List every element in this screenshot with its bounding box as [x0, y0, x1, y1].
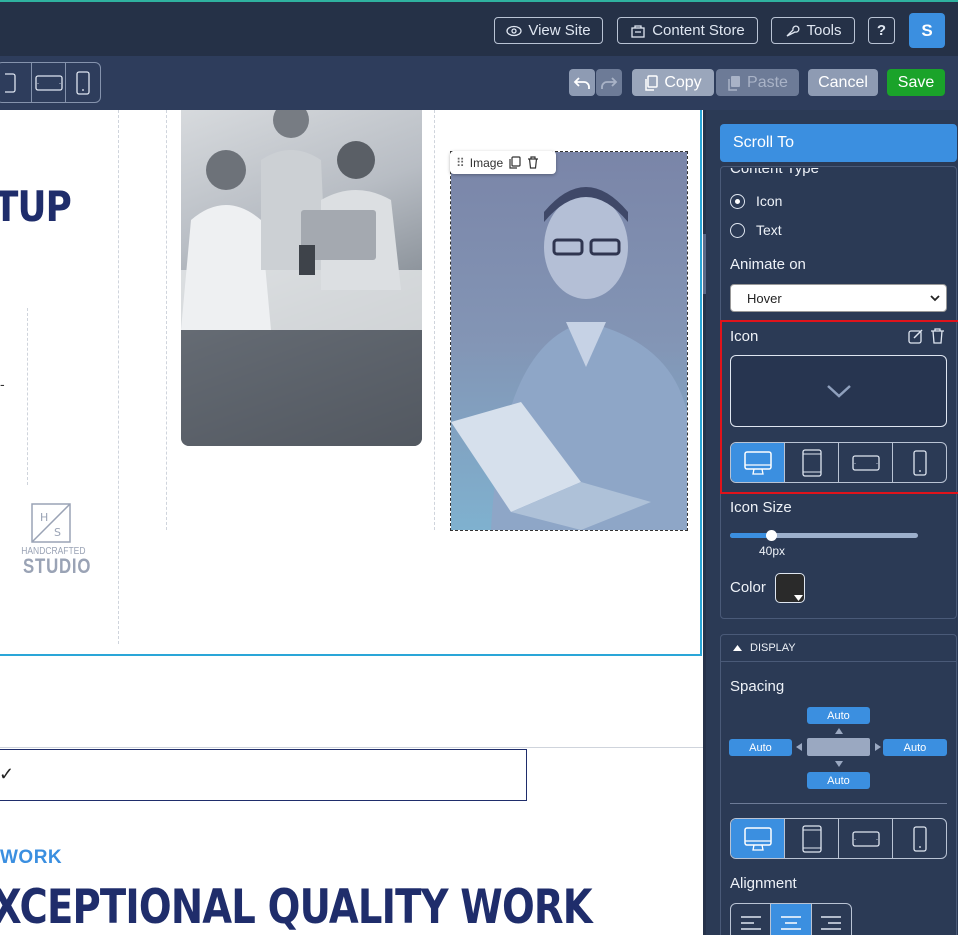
- device-preview-group: [0, 62, 101, 103]
- arrow-down-icon: [835, 761, 843, 767]
- animate-on-value: Hover: [747, 290, 782, 306]
- desktop-icon: [743, 826, 772, 851]
- section-eyebrow[interactable]: WORK: [0, 847, 62, 869]
- spacing-label: Spacing: [730, 678, 785, 695]
- arrow-right-icon: [875, 743, 881, 751]
- tools-label: Tools: [806, 22, 842, 39]
- alignment-group: [730, 903, 852, 935]
- device-mobile-button[interactable]: [66, 63, 100, 102]
- checklist-item-box[interactable]: ✓: [0, 749, 527, 801]
- help-button[interactable]: ?: [868, 17, 895, 44]
- scrollbar-thumb[interactable]: [703, 234, 706, 294]
- spacing-right[interactable]: Auto: [883, 739, 947, 756]
- content-type-text-radio[interactable]: [730, 223, 745, 238]
- content-type-icon-radio[interactable]: [730, 194, 745, 209]
- icon-size-value: 40px: [759, 544, 786, 558]
- page-builder: View Site Content Store Tools ? S Copy P…: [0, 0, 958, 935]
- tablet-icon: [801, 824, 822, 853]
- spacing-box: [807, 738, 870, 756]
- arrow-up-icon: [835, 728, 843, 734]
- redo-button[interactable]: [596, 69, 622, 96]
- divider: [730, 803, 947, 804]
- spacing-bottom[interactable]: Auto: [807, 772, 870, 789]
- save-button[interactable]: Save: [887, 69, 945, 96]
- align-right-icon: [821, 916, 842, 930]
- device-tablet-tab[interactable]: [785, 819, 839, 858]
- animate-on-label: Animate on: [730, 256, 806, 273]
- display-header-label: DISPLAY: [750, 641, 796, 654]
- slider-fill: [730, 533, 772, 538]
- arrow-left-icon: [796, 743, 802, 751]
- page-canvas[interactable]: TUP - ⠿ Image H S HANDCRAFTED STUDIO ✓ W…: [0, 110, 703, 935]
- color-swatch[interactable]: [775, 573, 805, 603]
- device-tablet-portrait-button[interactable]: [0, 63, 32, 102]
- display-header[interactable]: DISPLAY: [720, 634, 957, 662]
- spacing-top[interactable]: Auto: [807, 707, 870, 724]
- settings-panel: Scroll To Content Type Icon Text Animate…: [703, 110, 958, 935]
- color-label: Color: [730, 579, 766, 596]
- avatar[interactable]: S: [909, 13, 945, 48]
- align-center-icon: [780, 916, 801, 930]
- top-bar: View Site Content Store Tools ? S: [0, 0, 958, 56]
- cancel-button[interactable]: Cancel: [808, 69, 878, 96]
- undo-button[interactable]: [569, 69, 595, 96]
- tablet-edge-icon: [4, 72, 16, 93]
- alignment-label: Alignment: [730, 875, 797, 892]
- paste-button[interactable]: Paste: [716, 69, 799, 96]
- caret-down-icon: [794, 595, 803, 601]
- icon-setting-highlight: [720, 320, 958, 494]
- radio-icon-label: Icon: [756, 193, 783, 209]
- tablet-landscape-icon: [34, 74, 63, 91]
- icon-size-label: Icon Size: [730, 499, 792, 516]
- align-right-button[interactable]: [812, 904, 851, 935]
- section-divider: [0, 747, 703, 748]
- device-tablet-landscape-tab[interactable]: [839, 819, 893, 858]
- display-device-tabs: [730, 818, 947, 859]
- view-site-label: View Site: [528, 22, 591, 39]
- store-icon: [631, 24, 645, 38]
- eye-icon: [506, 25, 523, 36]
- wrench-icon: [787, 24, 800, 37]
- paste-label: Paste: [747, 73, 788, 91]
- align-center-button[interactable]: [771, 904, 812, 935]
- selected-section-outline: [0, 110, 702, 656]
- redo-icon: [601, 76, 618, 89]
- caret-up-icon: [733, 644, 742, 651]
- align-left-button[interactable]: [731, 904, 772, 935]
- mobile-icon: [76, 70, 90, 95]
- content-type-label: Content Type: [730, 160, 819, 177]
- tablet-landscape-icon: [851, 830, 880, 847]
- device-tablet-landscape-button[interactable]: [32, 63, 67, 102]
- align-left-icon: [740, 916, 761, 930]
- device-desktop-tab[interactable]: [731, 819, 785, 858]
- help-label: ?: [876, 22, 887, 39]
- chevron-down-icon: [930, 295, 940, 302]
- content-store-label: Content Store: [652, 22, 745, 39]
- copy-button[interactable]: Copy: [632, 69, 714, 96]
- undo-icon: [573, 76, 590, 89]
- view-site-button[interactable]: View Site: [494, 17, 603, 44]
- scroll-to-header[interactable]: Scroll To: [720, 124, 957, 162]
- spacing-left[interactable]: Auto: [729, 739, 792, 756]
- copy-icon: [645, 74, 659, 91]
- mobile-icon: [912, 825, 927, 852]
- section-heading[interactable]: XCEPTIONAL QUALITY WORK: [0, 880, 593, 935]
- paste-icon: [728, 75, 741, 91]
- content-store-button[interactable]: Content Store: [617, 17, 758, 44]
- device-mobile-tab[interactable]: [893, 819, 946, 858]
- tools-button[interactable]: Tools: [771, 17, 855, 44]
- checkmark-icon: ✓: [0, 764, 15, 784]
- animate-on-select[interactable]: Hover: [730, 284, 947, 312]
- radio-text-label: Text: [756, 222, 782, 238]
- copy-label: Copy: [664, 73, 702, 91]
- icon-size-slider[interactable]: [730, 530, 918, 541]
